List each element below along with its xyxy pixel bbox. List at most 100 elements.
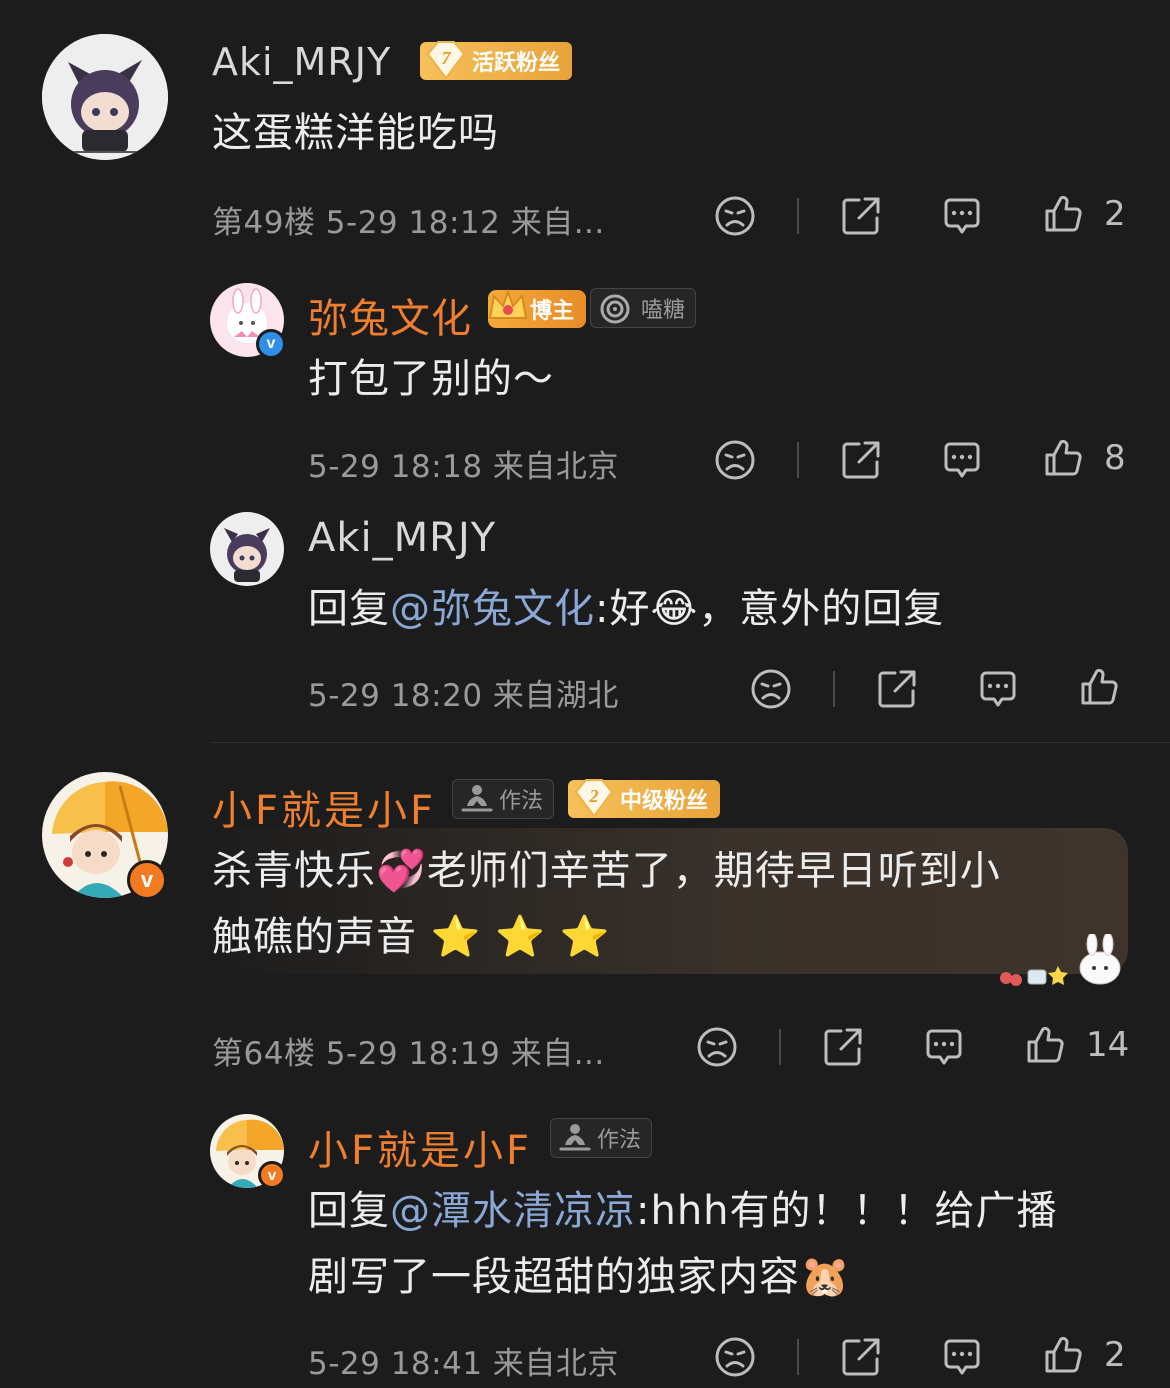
topic-badge[interactable]: 嗑糖 <box>590 288 697 328</box>
avatar[interactable] <box>210 512 284 586</box>
check-icon: v <box>140 867 154 892</box>
crown-icon <box>488 289 528 319</box>
divider <box>797 198 799 234</box>
divider <box>797 1339 799 1375</box>
like-button[interactable]: 14 <box>1024 1023 1129 1067</box>
reply-meta: 5-29 18:20 来自湖北 <box>308 678 619 714</box>
reply-text[interactable]: 回复@潭水清凉凉:hhh有的！！！给广播 剧写了一段超甜的独家内容🐹 <box>308 1178 1058 1310</box>
meditation-person-icon <box>559 1124 591 1151</box>
verified-badge: v <box>127 860 167 900</box>
reply-button[interactable] <box>940 438 984 482</box>
thumbs-up-icon <box>1042 1333 1086 1377</box>
emoji: 😂 <box>650 586 699 632</box>
verified-badge: v <box>258 1161 286 1189</box>
dislike-button[interactable] <box>713 194 757 238</box>
thumbs-up-icon <box>1042 192 1086 236</box>
lollipop-icon <box>600 294 630 324</box>
title-badge-label: 作法 <box>597 1128 642 1153</box>
title-badge[interactable]: 作法 <box>550 1118 653 1158</box>
sad-face-icon <box>749 667 793 711</box>
fan-badge-label: 中级粉丝 <box>620 789 709 814</box>
like-button[interactable] <box>1078 665 1140 709</box>
reply-text[interactable]: 回复@弥兔文化:好😂，意外的回复 <box>308 576 944 642</box>
like-count: 8 <box>1104 438 1126 478</box>
emoji: ⭐ <box>430 914 482 960</box>
like-button[interactable]: 2 <box>1042 192 1126 236</box>
share-icon <box>839 438 883 482</box>
emoji: 💞 <box>376 848 427 894</box>
share-icon <box>839 194 883 238</box>
comment-icon <box>976 667 1020 711</box>
reply-text-a: :好 <box>595 586 651 632</box>
reply-text[interactable]: 打包了别的～ <box>308 346 554 412</box>
comment-icon <box>940 1335 984 1379</box>
reply-text-b: ，意外的回复 <box>698 586 945 632</box>
meditation-person-icon <box>461 785 493 812</box>
username[interactable]: Aki_MRJY <box>308 515 496 561</box>
reply-prefix: 回复 <box>308 586 390 632</box>
fan-level-badge[interactable]: 7 活跃粉丝 <box>420 41 573 80</box>
comment-text-c: 触礁的声音 <box>212 914 417 960</box>
like-count: 2 <box>1104 1335 1126 1375</box>
divider <box>779 1029 781 1065</box>
dislike-button[interactable] <box>695 1025 739 1069</box>
comment-text[interactable]: 这蛋糕洋能吃吗 <box>212 100 499 166</box>
dislike-button[interactable] <box>713 1335 757 1379</box>
diamond-icon: 2 <box>574 779 614 818</box>
thread-divider <box>210 742 1170 743</box>
like-button[interactable]: 8 <box>1042 436 1126 480</box>
divider <box>797 442 799 478</box>
thumbs-up-icon <box>1024 1023 1068 1067</box>
emoji: ⭐ <box>495 914 547 960</box>
like-count: 2 <box>1104 194 1126 234</box>
reply-button[interactable] <box>940 194 984 238</box>
share-icon <box>821 1025 865 1069</box>
reply-text-a: :hhh有的！！！给广播 <box>636 1188 1058 1234</box>
verified-badge: v <box>256 329 286 359</box>
mention-link[interactable]: @潭水清凉凉 <box>390 1188 636 1234</box>
comment-icon <box>940 194 984 238</box>
title-badge[interactable]: 作法 <box>452 779 555 819</box>
reply-meta: 5-29 18:18 来自北京 <box>308 449 619 485</box>
comment-text-a: 杀青快乐 <box>212 848 376 894</box>
sad-face-icon <box>713 438 757 482</box>
comment-text[interactable]: 杀青快乐💞老师们辛苦了，期待早日听到小 触礁的声音 ⭐ ⭐ ⭐ <box>212 838 1001 970</box>
reply-button[interactable] <box>922 1025 966 1069</box>
username[interactable]: Aki_MRJY <box>212 40 391 84</box>
bunny-sticker-icon <box>1000 934 1121 986</box>
username[interactable]: 弥兔文化 <box>308 286 472 344</box>
share-button[interactable] <box>839 194 883 238</box>
divider <box>833 671 835 707</box>
reply-button[interactable] <box>940 1335 984 1379</box>
share-button[interactable] <box>875 667 919 711</box>
reply-text-b: 剧写了一段超甜的独家内容 <box>308 1254 800 1300</box>
author-badge-label: 博主 <box>530 299 575 324</box>
mention-link[interactable]: @弥兔文化 <box>390 586 595 632</box>
like-button[interactable]: 2 <box>1042 1333 1126 1377</box>
share-button[interactable] <box>821 1025 865 1069</box>
comment-icon <box>922 1025 966 1069</box>
share-icon <box>839 1335 883 1379</box>
avatar[interactable] <box>42 34 168 160</box>
sad-face-icon <box>695 1025 739 1069</box>
topic-badge-label: 嗑糖 <box>641 298 686 323</box>
share-icon <box>875 667 919 711</box>
fan-badge-label: 活跃粉丝 <box>472 51 561 76</box>
reply-prefix: 回复 <box>308 1188 390 1234</box>
thumbs-up-icon <box>1078 665 1122 709</box>
share-button[interactable] <box>839 1335 883 1379</box>
author-badge[interactable]: 博主 <box>488 289 587 328</box>
dislike-button[interactable] <box>749 667 793 711</box>
username[interactable]: 小F就是小F <box>308 1118 532 1176</box>
emoji: ⭐ <box>559 914 611 960</box>
dislike-button[interactable] <box>713 438 757 482</box>
thumbs-up-icon <box>1042 436 1086 480</box>
diamond-icon: 7 <box>426 41 466 80</box>
fan-level-badge[interactable]: 2 中级粉丝 <box>568 779 721 818</box>
reply-button[interactable] <box>976 667 1020 711</box>
comment-text-b: 老师们辛苦了，期待早日听到小 <box>426 848 1001 894</box>
svg-text:2: 2 <box>589 786 599 806</box>
check-icon: v <box>267 1166 277 1184</box>
share-button[interactable] <box>839 438 883 482</box>
sad-face-icon <box>713 194 757 238</box>
